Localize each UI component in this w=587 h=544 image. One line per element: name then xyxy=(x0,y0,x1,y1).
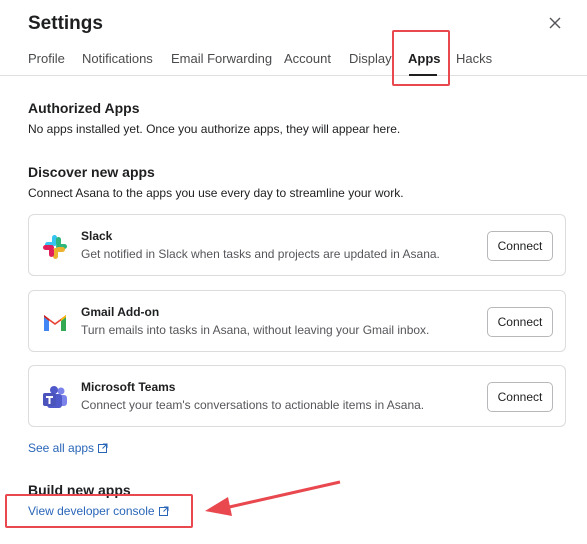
discover-apps-title: Discover new apps xyxy=(28,164,155,180)
tab-display[interactable]: Display xyxy=(349,51,392,66)
connect-slack-button[interactable]: Connect xyxy=(487,231,553,261)
slack-logo-icon xyxy=(43,235,67,259)
see-all-apps-link[interactable]: See all apps xyxy=(28,441,108,455)
developer-console-highlight-box xyxy=(5,494,193,528)
tab-account[interactable]: Account xyxy=(284,51,331,66)
close-icon[interactable] xyxy=(546,14,564,32)
app-card-teams: Microsoft Teams Connect your team's conv… xyxy=(28,365,566,427)
app-name: Gmail Add-on xyxy=(81,305,160,319)
app-name: Slack xyxy=(81,229,113,243)
app-card-slack: Slack Get notified in Slack when tasks a… xyxy=(28,214,566,276)
dialog-title: Settings xyxy=(28,13,103,34)
apps-tab-highlight-box xyxy=(392,30,450,86)
tab-notifications[interactable]: Notifications xyxy=(82,51,153,66)
authorized-apps-title: Authorized Apps xyxy=(28,100,140,116)
discover-apps-description: Connect Asana to the apps you use every … xyxy=(28,186,404,200)
settings-dialog: Settings Profile Notifications Email For… xyxy=(0,0,587,544)
annotation-arrow-icon xyxy=(205,480,341,516)
app-description: Connect your team's conversations to act… xyxy=(81,398,425,412)
tab-profile[interactable]: Profile xyxy=(28,51,65,66)
app-description: Get notified in Slack when tasks and pro… xyxy=(81,247,440,261)
app-card-gmail: Gmail Add-on Turn emails into tasks in A… xyxy=(28,290,566,352)
app-description: Turn emails into tasks in Asana, without… xyxy=(81,323,430,337)
connect-gmail-button[interactable]: Connect xyxy=(487,307,553,337)
gmail-logo-icon xyxy=(44,315,66,331)
settings-tabs: Profile Notifications Email Forwarding A… xyxy=(0,40,587,76)
teams-logo-icon xyxy=(43,386,67,408)
authorized-apps-description: No apps installed yet. Once you authoriz… xyxy=(28,122,401,136)
see-all-apps-label: See all apps xyxy=(28,441,95,455)
tab-email-forwarding[interactable]: Email Forwarding xyxy=(171,51,272,66)
app-name: Microsoft Teams xyxy=(81,380,176,394)
connect-teams-button[interactable]: Connect xyxy=(487,382,553,412)
tab-hacks[interactable]: Hacks xyxy=(456,51,492,66)
external-link-icon xyxy=(98,443,108,453)
